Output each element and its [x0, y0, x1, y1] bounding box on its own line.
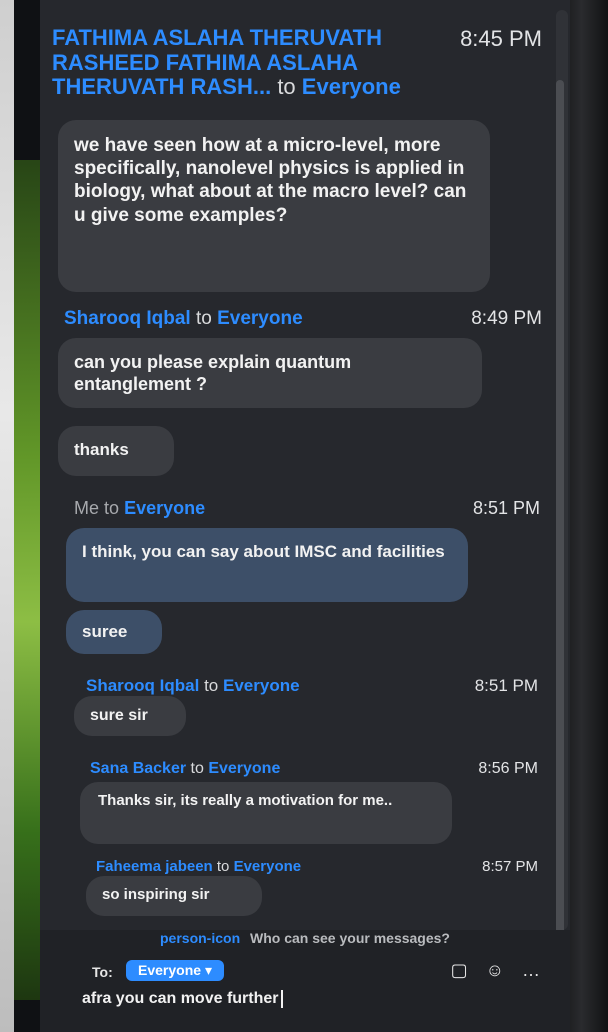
message-header: FATHIMA ASLAHA THERUVATH RASHEED FATHIMA…: [52, 25, 542, 100]
message-header: Sharooq Iqbal to Everyone 8:51 PM: [86, 676, 538, 696]
message-input-value: afra you can move further: [82, 990, 279, 1008]
person-icon: person-icon: [160, 930, 241, 946]
recipient-name[interactable]: Everyone: [302, 74, 401, 99]
compose-actions: ▢ ☺ …: [451, 960, 540, 981]
message-time: 8:57 PM: [482, 858, 538, 875]
sender-name: Me: [74, 498, 100, 518]
chat-message-list: FATHIMA ASLAHA THERUVATH RASHEED FATHIMA…: [52, 20, 552, 920]
to-label: To:: [92, 964, 113, 980]
recipient-name[interactable]: Everyone: [208, 760, 280, 777]
to-text: to: [195, 308, 212, 329]
monitor-bezel-right: [564, 0, 608, 1032]
message-time: 8:49 PM: [471, 308, 542, 329]
to-text: to: [104, 498, 120, 518]
recipient-name[interactable]: Everyone: [124, 498, 205, 518]
message-bubble[interactable]: we have seen how at a micro-level, more …: [58, 120, 490, 292]
to-text: to: [204, 676, 219, 695]
more-icon[interactable]: …: [522, 960, 540, 981]
message-sender-line: Faheema jabeen to Everyone: [96, 858, 301, 875]
message-sender-line: Me to Everyone: [74, 498, 205, 519]
chat-panel: FATHIMA ASLAHA THERUVATH RASHEED FATHIMA…: [40, 0, 570, 1032]
sender-name[interactable]: Sharooq Iqbal: [86, 676, 199, 695]
monitor-bezel-left: [0, 0, 14, 1032]
recipient-dropdown-value: Everyone: [138, 962, 202, 978]
recipient-name[interactable]: Everyone: [234, 858, 302, 875]
message-bubble[interactable]: can you please explain quantum entanglem…: [58, 338, 482, 408]
who-can-see-text[interactable]: Who can see your messages?: [250, 930, 450, 946]
message-header: Sharooq Iqbal to Everyone 8:49 PM: [64, 308, 542, 330]
scroll-track[interactable]: [556, 10, 568, 940]
message-bubble[interactable]: so inspiring sir: [86, 876, 262, 916]
message-header: Sana Backer to Everyone 8:56 PM: [90, 760, 538, 778]
file-icon[interactable]: ▢: [451, 960, 468, 981]
message-sender-line: Sharooq Iqbal to Everyone: [64, 308, 303, 330]
chevron-down-icon: ▾: [204, 962, 212, 978]
chat-compose-area: person-icon Who can see your messages? T…: [40, 930, 570, 1032]
to-text: to: [277, 74, 296, 100]
sender-name[interactable]: Sharooq Iqbal: [64, 308, 191, 329]
sender-name[interactable]: Faheema jabeen: [96, 858, 213, 875]
message-input[interactable]: afra you can move further: [82, 990, 522, 1016]
message-bubble[interactable]: sure sir: [74, 696, 186, 736]
message-sender-line: Sana Backer to Everyone: [90, 760, 280, 778]
message-bubble[interactable]: thanks: [58, 426, 174, 476]
message-bubble[interactable]: I think, you can say about IMSC and faci…: [66, 528, 468, 602]
message-header: Me to Everyone 8:51 PM: [74, 498, 540, 519]
message-time: 8:51 PM: [474, 676, 538, 695]
message-sender-line: FATHIMA ASLAHA THERUVATH RASHEED FATHIMA…: [52, 25, 422, 100]
recipient-name[interactable]: Everyone: [223, 676, 300, 695]
message-time: 8:56 PM: [478, 760, 538, 777]
sender-name[interactable]: Sana Backer: [90, 760, 186, 777]
text-cursor: [280, 990, 283, 1008]
to-text: to: [216, 858, 230, 875]
message-bubble[interactable]: suree: [66, 610, 162, 654]
message-time: 8:51 PM: [472, 498, 540, 518]
message-header: Faheema jabeen to Everyone 8:57 PM: [96, 858, 538, 875]
message-time: 8:45 PM: [460, 26, 542, 51]
message-visibility-info[interactable]: person-icon Who can see your messages?: [40, 930, 570, 950]
message-sender-line: Sharooq Iqbal to Everyone: [86, 676, 300, 696]
emoji-icon[interactable]: ☺: [486, 960, 504, 981]
to-text: to: [190, 760, 204, 777]
scrollbar-thumb[interactable]: [556, 80, 564, 940]
message-bubble[interactable]: Thanks sir, its really a motivation for …: [80, 782, 452, 844]
recipient-name[interactable]: Everyone: [217, 308, 303, 329]
recipient-dropdown[interactable]: Everyone ▾: [126, 960, 224, 981]
